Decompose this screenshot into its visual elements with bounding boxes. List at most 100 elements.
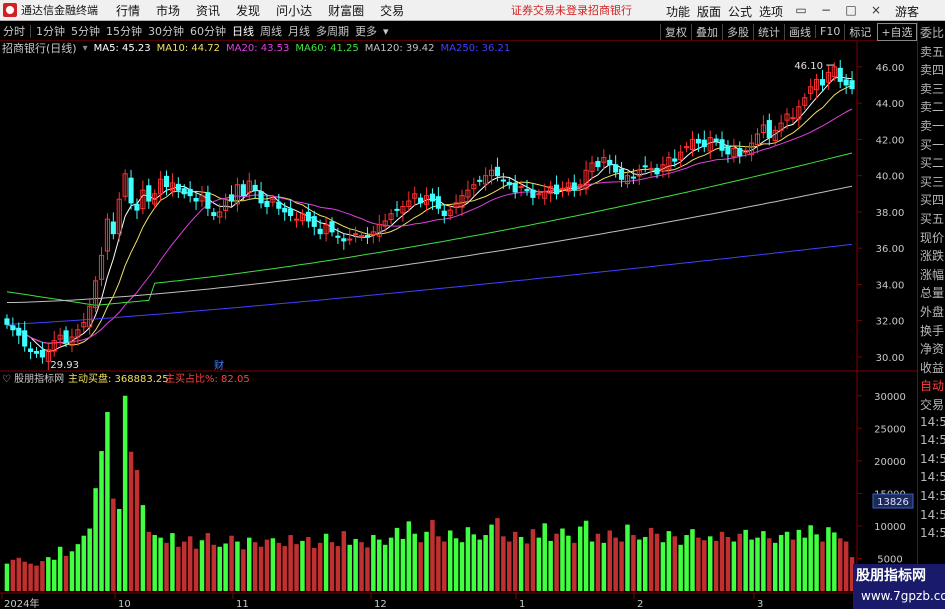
side-tab-20[interactable]: 交易	[920, 396, 945, 413]
period-intraday[interactable]: 分时	[0, 23, 28, 39]
period-monthly[interactable]: 月线	[285, 23, 313, 39]
menu-trade[interactable]: 交易	[380, 2, 404, 19]
side-tab-3[interactable]: 卖三	[920, 80, 945, 97]
volume-bar	[625, 524, 630, 591]
window-minimize-icon[interactable]: −	[818, 2, 834, 18]
tool-adjust[interactable]: 复权	[660, 23, 691, 40]
side-tab-9[interactable]: 买四	[920, 191, 945, 208]
add-watchlist-button[interactable]: +自选	[877, 22, 917, 41]
side-tab-25[interactable]: 14:56	[920, 489, 945, 503]
candle-body	[134, 203, 140, 211]
period-30min[interactable]: 30分钟	[145, 23, 187, 39]
volume-bar	[406, 521, 412, 591]
menu-discover[interactable]: 发现	[236, 2, 260, 19]
period-daily[interactable]: 日线	[229, 23, 257, 39]
volume-bar	[507, 541, 512, 591]
volume-bar	[784, 531, 790, 591]
tool-stats[interactable]: 统计	[753, 23, 784, 40]
sub-chart-label2: 主买占比%: 82.05	[165, 372, 250, 385]
volume-bar	[820, 541, 825, 591]
candle-body	[595, 161, 601, 168]
tool-overlay[interactable]: 叠加	[691, 23, 722, 40]
side-tab-7[interactable]: 买二	[920, 154, 945, 171]
side-tab-5[interactable]: 卖一	[920, 117, 945, 134]
window-close-icon[interactable]: ×	[868, 2, 884, 18]
volume-bar	[418, 542, 423, 591]
side-tab-24[interactable]: 14:56	[920, 470, 945, 484]
volume-bar	[607, 530, 612, 591]
menu-formula[interactable]: 公式	[728, 3, 752, 20]
side-tab-21[interactable]: 14:56	[920, 415, 945, 429]
side-tab-16[interactable]: 换手	[920, 322, 945, 339]
menu-function[interactable]: 功能	[666, 3, 690, 20]
broker-status[interactable]: 证券交易未登录	[511, 2, 588, 18]
period-15min[interactable]: 15分钟	[103, 23, 145, 39]
sub-chart-title: ♡ 股朋指标网	[2, 372, 64, 385]
side-tab-0[interactable]: 委比	[920, 24, 945, 41]
volume-bar	[826, 527, 831, 591]
period-60min[interactable]: 60分钟	[187, 23, 229, 39]
volume-bar	[542, 523, 547, 591]
candle-body	[494, 166, 501, 177]
volume-bar	[69, 551, 75, 591]
side-tab-19[interactable]: 自动	[920, 377, 945, 394]
volume-bar	[199, 540, 205, 591]
tool-draw[interactable]: 画线	[784, 23, 815, 40]
side-tab-14[interactable]: 总量	[920, 284, 945, 301]
side-tab-27[interactable]: 14:56	[920, 526, 945, 540]
x-tick-label: 2024年	[4, 597, 39, 609]
volume-bar	[601, 542, 607, 591]
side-tab-13[interactable]: 涨幅	[920, 266, 945, 283]
ma250-line	[6, 243, 853, 325]
side-tab-8[interactable]: 买三	[920, 173, 945, 190]
volume-bar	[749, 539, 754, 591]
menu-layout[interactable]: 版面	[697, 3, 721, 20]
side-tab-11[interactable]: 现价	[920, 229, 945, 246]
chevron-down-icon[interactable]: ▾	[380, 25, 392, 38]
menu-options[interactable]: 选项	[759, 3, 783, 20]
side-tab-1[interactable]: 卖五	[920, 43, 945, 60]
side-tab-17[interactable]: 净资	[920, 340, 945, 357]
window-special-icon[interactable]: ▭	[793, 2, 809, 18]
guest-login[interactable]: 游客	[895, 3, 919, 20]
menu-ask[interactable]: 问小达	[276, 2, 312, 19]
menu-quotes[interactable]: 行情	[116, 2, 140, 19]
volume-bar	[796, 529, 802, 591]
tool-mark[interactable]: 标记	[844, 23, 875, 40]
volume-bar	[572, 542, 577, 591]
candle-body	[672, 158, 678, 162]
volume-bar	[518, 536, 524, 591]
period-multi[interactable]: 多周期	[313, 23, 352, 39]
sub-chart-label1: 主动买盘: 368883.25	[68, 372, 169, 385]
period-weekly[interactable]: 周线	[257, 23, 285, 39]
period-1min[interactable]: 1分钟	[33, 23, 68, 39]
stock-name-label: 招商银行	[588, 4, 632, 17]
tool-multi[interactable]: 多股	[722, 23, 753, 40]
menu-wealth[interactable]: 财富圈	[328, 2, 364, 19]
ma60-line	[6, 152, 853, 306]
window-maximize-icon[interactable]: □	[843, 2, 859, 18]
side-tab-23[interactable]: 14:56	[920, 452, 945, 466]
period-5min[interactable]: 5分钟	[68, 23, 103, 39]
tool-f10[interactable]: F10	[815, 25, 844, 38]
side-tab-4[interactable]: 卖二	[920, 98, 945, 115]
candle-body	[654, 167, 660, 175]
volume-bar	[164, 542, 169, 591]
volume-bar	[637, 539, 642, 591]
volume-bar	[347, 544, 352, 591]
menu-news[interactable]: 资讯	[196, 2, 220, 19]
side-tab-12[interactable]: 涨跌	[920, 247, 945, 264]
kline-chart[interactable]: 46.10 29.93 财 46.00 44.00 42.00 40.00 38.00 36.…	[0, 41, 917, 609]
high-price-label: 46.10	[794, 61, 823, 72]
side-tab-15[interactable]: 外盘	[920, 303, 945, 320]
side-tab-10[interactable]: 买五	[920, 210, 945, 227]
period-more[interactable]: 更多	[352, 23, 380, 39]
menu-market[interactable]: 市场	[156, 2, 180, 19]
side-tab-26[interactable]: 14:56	[920, 508, 945, 522]
volume-bar	[99, 451, 104, 591]
side-tab-22[interactable]: 14:56	[920, 433, 945, 447]
side-tab-6[interactable]: 买一	[920, 136, 945, 153]
side-tab-18[interactable]: 收益	[920, 359, 945, 376]
volume-bar	[619, 541, 624, 591]
side-tab-2[interactable]: 卖四	[920, 61, 945, 78]
